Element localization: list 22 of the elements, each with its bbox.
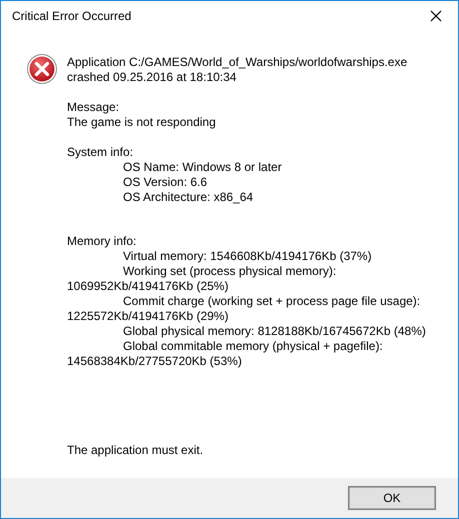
info-line: 1225572Kb/4194176Kb (29%) — [67, 309, 228, 324]
section-heading: System info: — [67, 145, 134, 160]
info-line: OS Name: Windows 8 or later — [122, 160, 282, 175]
crash-info-line: Application C:/GAMES/World_of_Warships/worldofwarships.exe — [67, 55, 408, 70]
info-line: Commit charge (working set + process page file usage): — [122, 294, 420, 309]
section-heading: Message: — [67, 100, 120, 115]
info-line: The game is not responding — [67, 115, 216, 130]
info-line: 14568384Kb/27755720Kb (53%) — [67, 354, 242, 369]
window-title: Critical Error Occurred — [12, 9, 132, 23]
info-line: OS Version: 6.6 — [122, 175, 208, 190]
info-line: Global physical memory: 8128188Kb/16745672Kb (48%) — [122, 324, 426, 339]
info-line: 1069952Kb/4194176Kb (25%) — [67, 279, 228, 294]
error-icon — [26, 53, 58, 85]
info-line: Virtual memory: 1546608Kb/4194176Kb (37%) — [122, 249, 372, 264]
section-heading: Memory info: — [67, 234, 138, 249]
exit-message: The application must exit. — [67, 443, 204, 458]
info-line: Working set (process physical memory): — [122, 264, 336, 279]
info-line: Global commitable memory (physical + pagefile): — [122, 339, 383, 354]
ok-button[interactable]: OK — [348, 486, 436, 510]
crash-info-line: crashed 09.25.2016 at 18:10:34 — [67, 70, 236, 85]
close-icon[interactable] — [430, 10, 442, 22]
info-line: OS Architecture: x86_64 — [122, 190, 254, 205]
